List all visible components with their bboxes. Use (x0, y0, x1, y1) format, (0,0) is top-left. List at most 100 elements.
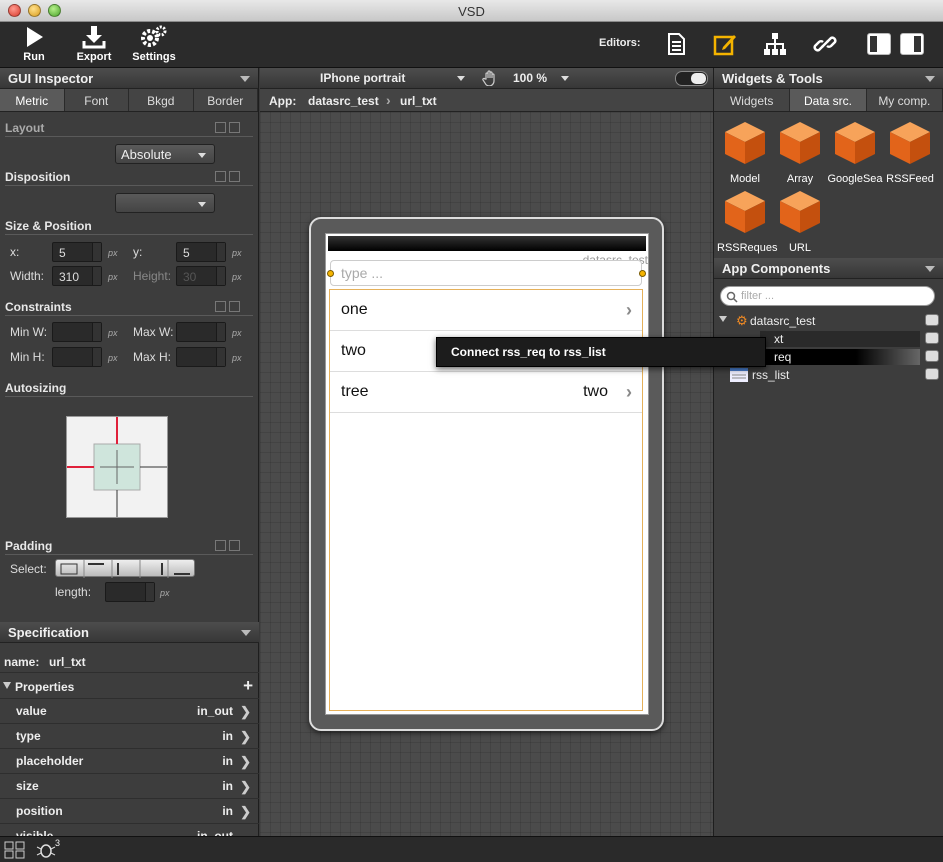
y-input[interactable]: 5 (176, 242, 226, 262)
chevron-down-icon[interactable] (925, 266, 935, 272)
add-property-button[interactable]: + (243, 676, 253, 696)
max-h-input[interactable] (176, 347, 226, 367)
max-w-stepper[interactable] (216, 323, 225, 341)
run-button[interactable]: Run (14, 25, 54, 63)
layout-mode-select[interactable]: Absolute (115, 144, 215, 164)
min-h-input[interactable] (52, 347, 102, 367)
chevron-right-icon[interactable]: ❯ (240, 804, 251, 820)
properties-header[interactable]: Properties + (0, 674, 259, 699)
disclosure-triangle-icon[interactable] (719, 316, 727, 322)
breadcrumb-item[interactable]: url_txt (400, 94, 437, 108)
tab-bkgd[interactable]: Bkgd (129, 89, 194, 111)
property-row[interactable]: size in ❯ (0, 774, 259, 799)
chevron-down-icon[interactable] (925, 76, 935, 82)
y-label: y: (133, 245, 143, 259)
autosizing-section-title: Autosizing (5, 381, 67, 395)
widget-array[interactable]: Array (772, 120, 828, 185)
toggle-left-panel-button[interactable] (867, 33, 891, 55)
gui-editor-icon[interactable] (713, 32, 737, 56)
gui-inspector-header[interactable]: GUI Inspector (0, 68, 258, 89)
visibility-eye-icon[interactable] (925, 332, 939, 344)
padding-side-selector[interactable] (55, 559, 195, 578)
download-icon (82, 26, 106, 49)
canvas-mode-toggle[interactable] (675, 71, 708, 86)
list-item[interactable]: one › (330, 290, 642, 331)
tree-item-root[interactable]: ⚙ datasrc_test (714, 312, 943, 330)
x-stepper[interactable] (92, 243, 101, 261)
settings-button[interactable]: Settings (128, 25, 180, 63)
visibility-eye-icon[interactable] (925, 350, 939, 362)
resize-handle-left[interactable] (327, 270, 334, 277)
chevron-right-icon[interactable]: ❯ (240, 704, 251, 720)
disclosure-triangle-icon[interactable] (3, 682, 11, 689)
resize-handle-right[interactable] (639, 270, 646, 277)
cube-icon (890, 122, 930, 164)
filter-placeholder: filter ... (741, 290, 775, 302)
url-text-field[interactable]: type ... (330, 260, 642, 286)
tab-font[interactable]: Font (65, 89, 129, 111)
min-h-stepper[interactable] (92, 348, 101, 366)
list-item[interactable]: tree two › (330, 372, 642, 413)
link-editor-icon[interactable] (813, 32, 837, 56)
padding-section-controls[interactable] (212, 540, 250, 552)
width-unit: px (108, 272, 118, 282)
x-input[interactable]: 5 (52, 242, 102, 262)
export-button[interactable]: Export (72, 25, 116, 63)
hierarchy-editor-icon[interactable] (763, 32, 787, 56)
tab-metric[interactable]: Metric (0, 89, 65, 111)
property-row[interactable]: value in_out ❯ (0, 699, 259, 724)
document-editor-icon[interactable] (664, 32, 688, 56)
breadcrumb-app[interactable]: datasrc_test (308, 94, 379, 108)
grid-view-icon[interactable] (4, 841, 26, 859)
max-h-stepper[interactable] (216, 348, 225, 366)
widget-model[interactable]: Model (717, 120, 773, 185)
visibility-eye-icon[interactable] (925, 314, 939, 326)
chevron-right-icon[interactable]: ❯ (240, 754, 251, 770)
specification-header[interactable]: Specification (0, 622, 259, 643)
toggle-right-panel-button[interactable] (900, 33, 924, 55)
hand-tool-icon[interactable] (482, 70, 498, 86)
x-label: x: (10, 245, 20, 259)
zoom-select[interactable]: 100 % (513, 71, 569, 87)
height-input[interactable]: 30 (176, 266, 226, 286)
property-row[interactable]: position in ❯ (0, 799, 259, 824)
padding-length-stepper[interactable] (145, 583, 154, 601)
property-row[interactable]: placeholder in ❯ (0, 749, 259, 774)
widget-url[interactable]: URL (772, 189, 828, 254)
canvas[interactable]: datasrc_test type ... one › two › (260, 112, 713, 836)
constraints-section-controls[interactable] (212, 301, 250, 313)
chevron-right-icon[interactable]: ❯ (240, 729, 251, 745)
property-row[interactable]: visible in_out (0, 824, 259, 836)
tab-border[interactable]: Border (194, 89, 258, 111)
disposition-section-controls[interactable] (212, 171, 250, 183)
app-components-header[interactable]: App Components (714, 258, 943, 279)
visibility-eye-icon[interactable] (925, 368, 939, 380)
autosizing-widget[interactable] (66, 416, 168, 518)
design-area: IPhone portrait 100 % App: datasrc_test … (260, 68, 713, 836)
device-select[interactable]: IPhone portrait (320, 71, 465, 87)
widgets-tools-header[interactable]: Widgets & Tools (714, 68, 943, 89)
width-stepper[interactable] (92, 267, 101, 285)
components-filter-input[interactable]: filter ... (720, 286, 935, 306)
chevron-right-icon[interactable]: ❯ (240, 779, 251, 795)
layout-section-controls[interactable] (212, 122, 250, 134)
widget-rssfeed[interactable]: RSSFeed (882, 120, 938, 185)
max-w-input[interactable] (176, 322, 226, 342)
min-w-stepper[interactable] (92, 323, 101, 341)
height-stepper[interactable] (216, 267, 225, 285)
tree-item[interactable]: rss_list (714, 366, 943, 384)
padding-length-input[interactable] (105, 582, 155, 602)
tab-data-src[interactable]: Data src. (790, 89, 867, 111)
widget-rssrequest[interactable]: RSSReques (717, 189, 778, 254)
chevron-down-icon[interactable] (241, 630, 251, 636)
widget-googlesearch[interactable]: GoogleSea (827, 120, 883, 185)
disposition-select[interactable] (115, 193, 215, 213)
property-row[interactable]: type in ❯ (0, 724, 259, 749)
width-input[interactable]: 310 (52, 266, 102, 286)
chevron-down-icon[interactable] (240, 76, 250, 82)
y-stepper[interactable] (216, 243, 225, 261)
min-w-input[interactable] (52, 322, 102, 342)
tab-widgets[interactable]: Widgets (714, 89, 791, 111)
bug-icon[interactable] (36, 840, 56, 860)
tab-my-comp[interactable]: My comp. (867, 89, 943, 111)
